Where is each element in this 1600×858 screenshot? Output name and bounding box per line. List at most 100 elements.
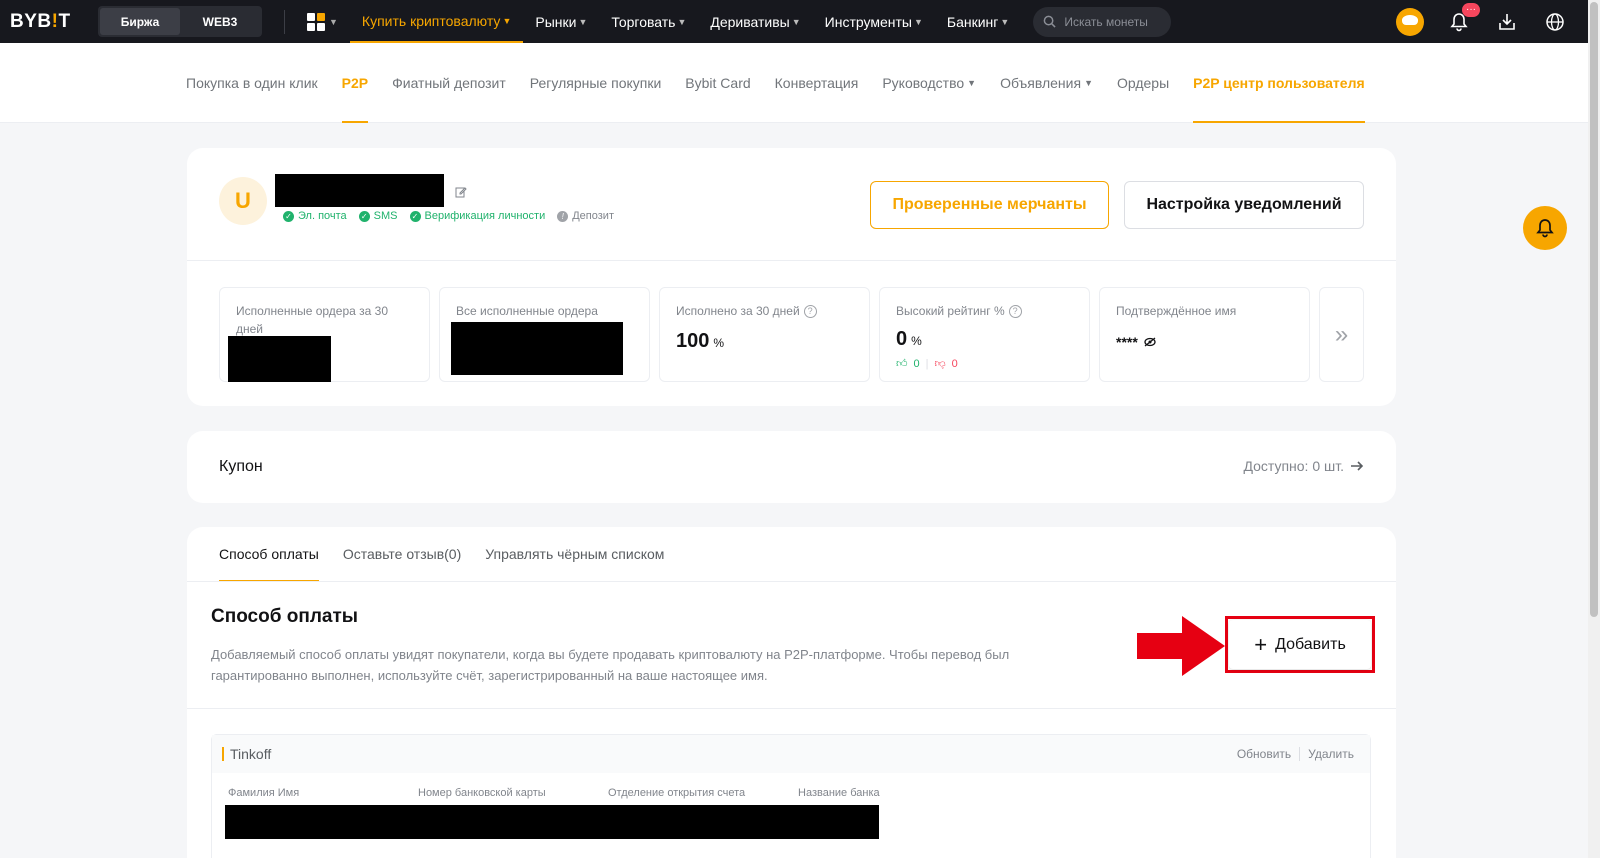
avatar: U: [219, 177, 267, 225]
percent-sign: %: [713, 336, 725, 350]
subnav-p2p[interactable]: P2P: [341, 43, 369, 123]
segment-exchange[interactable]: Биржа: [100, 8, 180, 35]
bybit-logo[interactable]: BYB!T: [10, 11, 80, 33]
payment-method-actions: Обновить Удалить: [1237, 747, 1354, 761]
caret-down-icon: ▼: [967, 78, 977, 88]
badge-label: SMS: [373, 210, 398, 222]
stat-label: Высокий рейтинг %: [896, 304, 1005, 318]
stat-value: 100: [676, 330, 710, 352]
nav-label: Купить криптовалюту: [361, 12, 501, 29]
caret-down-icon: ▼: [502, 15, 512, 26]
stat-orders-all: Все исполненные ордера: [439, 287, 650, 382]
nav-buy-crypto[interactable]: Купить криптовалюту ▼: [349, 0, 524, 43]
badge-kyc: ✓ Верификация личности: [409, 210, 545, 222]
subnav-ads[interactable]: Объявления ▼: [1000, 43, 1093, 123]
stat-label: Исполнено за 30 дней: [676, 304, 800, 318]
update-button[interactable]: Обновить: [1237, 747, 1291, 761]
exchange-web3-switch: Биржа WEB3: [98, 6, 262, 37]
download-button[interactable]: [1494, 9, 1520, 35]
search-input[interactable]: Искать монеты: [1033, 6, 1172, 37]
more-stats-button[interactable]: »: [1319, 287, 1364, 382]
nav-label: Деривативы: [710, 13, 790, 30]
scrollbar-thumb[interactable]: [1590, 2, 1598, 617]
divider: [187, 581, 1396, 582]
plus-icon: +: [1254, 631, 1268, 657]
check-circle-icon: ✓: [409, 210, 421, 222]
stat-label-row: Высокий рейтинг %?: [896, 302, 1073, 320]
subnav-bybit-card[interactable]: Bybit Card: [685, 43, 750, 123]
stat-label: Исполненные ордера за 30 дней: [236, 304, 389, 336]
notification-badge: ···: [1462, 2, 1480, 17]
subnav-p2p-user-center[interactable]: P2P центр пользователя: [1193, 43, 1366, 123]
subnav-recurring-buy[interactable]: Регулярные покупки: [530, 43, 662, 123]
floating-notification-button[interactable]: [1523, 206, 1567, 250]
nav-tools[interactable]: Инструменты ▼: [813, 0, 935, 43]
subnav-fiat-deposit[interactable]: Фиатный депозит: [392, 43, 506, 123]
bank-name: Tinkoff: [222, 747, 271, 761]
subnav-convert[interactable]: Конвертация: [775, 43, 859, 123]
stat-label: Подтверждённое имя: [1116, 304, 1237, 318]
top-right-actions: ···: [1396, 0, 1568, 43]
tab-payment-methods[interactable]: Способ оплаты: [219, 527, 319, 582]
payment-tabs: Способ оплаты Оставьте отзыв(0) Управлят…: [219, 527, 664, 582]
percent-sign: %: [911, 334, 922, 348]
help-icon[interactable]: ?: [1008, 304, 1022, 318]
coupon-card: Купон Доступно: 0 шт.: [187, 431, 1396, 503]
caret-down-icon: ▼: [1084, 78, 1093, 88]
page-scrollbar[interactable]: [1588, 0, 1600, 858]
nav-label: Банкинг: [946, 13, 999, 30]
verified-merchants-button[interactable]: Проверенные мерчанты: [870, 181, 1109, 229]
check-circle-icon: ✓: [283, 210, 294, 222]
subnav-orders[interactable]: Ордеры: [1117, 43, 1169, 123]
p2p-subnav: Покупка в один клик P2P Фиатный депозит …: [0, 43, 1588, 123]
red-arrow-annotation-icon: [1137, 616, 1225, 676]
redacted-payment-details: [225, 805, 879, 839]
edit-nickname-icon[interactable]: [455, 185, 467, 203]
col-full-name: Фамилия Имя: [228, 787, 300, 799]
payment-method-item: Tinkoff Обновить Удалить Фамилия Имя Ном…: [211, 734, 1371, 858]
coupon-title: Купон: [219, 458, 263, 475]
nav-banking[interactable]: Банкинг ▼: [935, 0, 1021, 43]
nav-markets[interactable]: Рынки ▼: [523, 0, 599, 43]
notifications-button[interactable]: ···: [1446, 2, 1480, 35]
add-payment-method-button[interactable]: + Добавить: [1229, 620, 1371, 669]
tab-reviews[interactable]: Оставьте отзыв(0): [343, 527, 461, 581]
logo-text-end: T: [58, 10, 71, 32]
tab-blacklist[interactable]: Управлять чёрным списком: [485, 527, 664, 581]
redacted-value: [228, 336, 331, 382]
eye-off-icon[interactable]: [1144, 337, 1156, 347]
redacted-value: [451, 322, 623, 375]
language-button[interactable]: [1542, 9, 1568, 35]
payment-methods-card: Способ оплаты Оставьте отзыв(0) Управлят…: [187, 527, 1396, 858]
col-branch: Отделение открытия счета: [608, 787, 746, 799]
section-title: Способ оплаты: [211, 606, 358, 627]
caret-down-icon: ▼: [913, 16, 923, 27]
nav-label: Торговать: [611, 13, 676, 30]
nav-trade[interactable]: Торговать ▼: [599, 0, 698, 43]
caret-down-icon: ▼: [677, 16, 687, 27]
stats-row: Исполненные ордера за 30 дней Все исполн…: [219, 287, 1364, 382]
coupon-available-link[interactable]: Доступно: 0 шт.: [1243, 458, 1364, 474]
stat-verified-name: Подтверждённое имя ****: [1099, 287, 1310, 382]
subnav-one-click-buy[interactable]: Покупка в один клик: [186, 43, 318, 123]
segment-web3[interactable]: WEB3: [180, 8, 260, 35]
thumbs-down-icon: 👎︎: [934, 358, 946, 370]
caret-down-icon: ▼: [578, 16, 588, 27]
apps-grid-icon[interactable]: ▼: [307, 12, 338, 31]
stat-completion-rate: Исполнено за 30 дней? 100%: [659, 287, 870, 382]
bell-icon: [1536, 219, 1554, 238]
stat-positive-rating: Высокий рейтинг %? 0% 👍︎ 0 | 👎︎ 0: [879, 287, 1090, 382]
nav-derivatives[interactable]: Деривативы ▼: [698, 0, 812, 43]
subnav-guide[interactable]: Руководство ▼: [882, 43, 976, 123]
verification-badges: ✓ Эл. почта ✓ SMS ✓ Верификация личности ! Д…: [283, 210, 614, 222]
globe-icon: [1546, 12, 1564, 31]
user-avatar[interactable]: [1396, 7, 1424, 36]
badge-sms: ✓ SMS: [358, 210, 398, 222]
nav-label: Рынки: [535, 13, 577, 30]
delete-button[interactable]: Удалить: [1299, 747, 1354, 761]
help-icon[interactable]: ?: [803, 304, 817, 318]
stat-orders-30d: Исполненные ордера за 30 дней: [219, 287, 430, 382]
notification-settings-button[interactable]: Настройка уведомлений: [1124, 181, 1364, 229]
stat-label-row: Исполнено за 30 дней?: [676, 302, 853, 320]
masked-name: ****: [1116, 334, 1138, 350]
